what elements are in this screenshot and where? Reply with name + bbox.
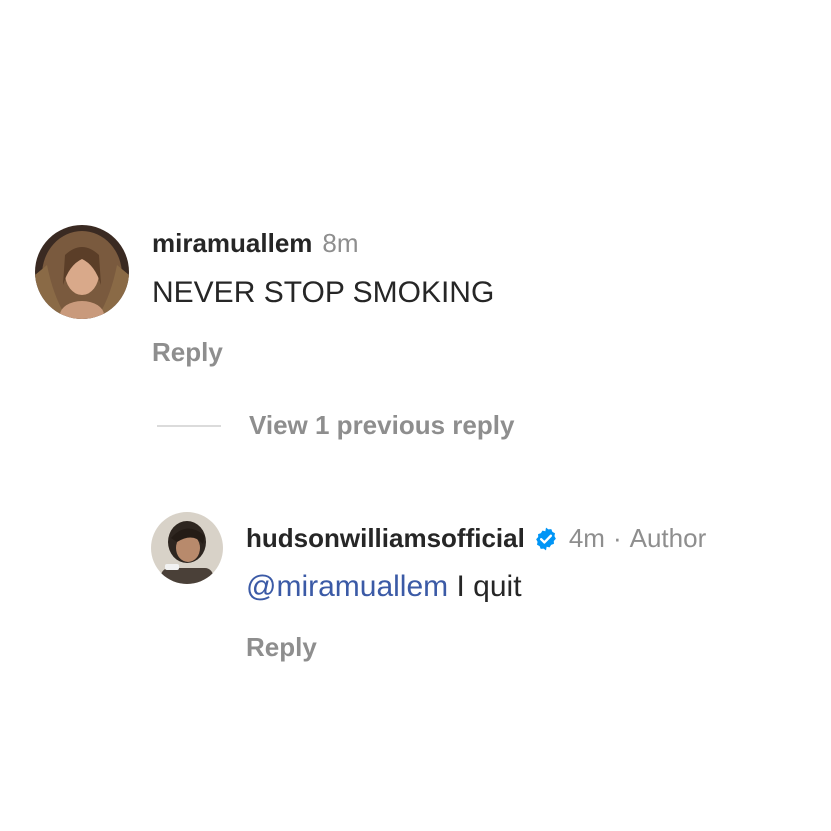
reply-username[interactable]: hudsonwilliamsofficial	[246, 523, 525, 554]
reply-button[interactable]: Reply	[246, 632, 317, 663]
avatar-hudsonwilliamsofficial[interactable]	[151, 512, 223, 584]
comment-header: miramuallem 8m	[152, 228, 359, 259]
comment-text: NEVER STOP SMOKING	[152, 276, 495, 309]
verified-badge-icon	[533, 526, 559, 552]
comment-username[interactable]: miramuallem	[152, 228, 312, 259]
reply-body: I quit	[448, 570, 522, 603]
profile-photo-icon	[151, 512, 223, 584]
thread-divider	[157, 424, 221, 427]
avatar-miramuallem[interactable]	[35, 225, 129, 319]
meta-separator: ·	[612, 523, 622, 553]
reply-timestamp: 4m	[568, 523, 605, 553]
view-previous-replies[interactable]: View 1 previous reply	[157, 410, 514, 441]
reply-button[interactable]: Reply	[152, 337, 223, 368]
comment-timestamp: 8m	[322, 228, 359, 258]
mention-link[interactable]: @miramuallem	[246, 570, 448, 603]
reply-header: hudsonwilliamsofficial 4m · Author	[246, 523, 706, 554]
profile-photo-icon	[35, 225, 129, 319]
reply-text: @miramuallem I quit	[246, 570, 522, 604]
author-badge: Author	[629, 523, 707, 553]
view-previous-replies-label: View 1 previous reply	[249, 410, 515, 440]
